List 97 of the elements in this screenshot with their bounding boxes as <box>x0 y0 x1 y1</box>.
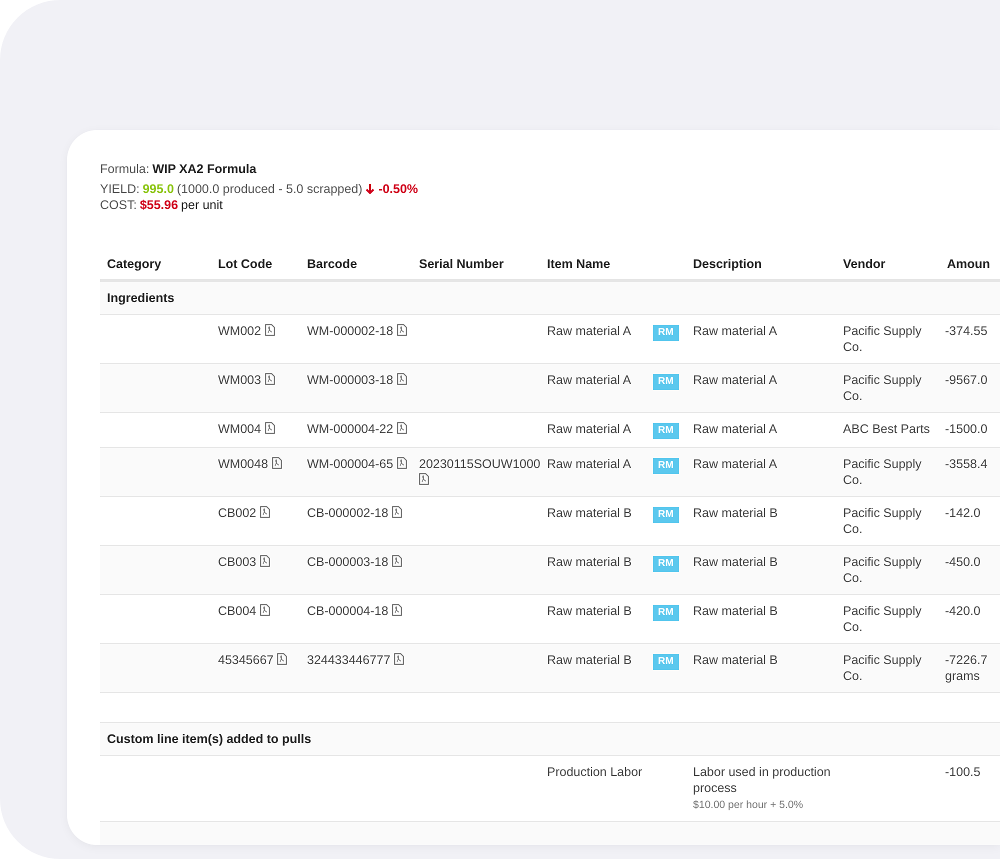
lot-code: WM002 <box>218 324 262 338</box>
lot-code: CB004 <box>218 604 256 618</box>
document-icon[interactable] <box>396 457 407 469</box>
lot-code: WM004 <box>218 422 262 436</box>
vendor: Pacific Supply Co. <box>843 555 922 585</box>
column-header: Barcode <box>307 257 358 271</box>
description: Raw material A <box>693 324 778 338</box>
item-name: Raw material A <box>547 324 632 338</box>
description: Raw material A <box>693 373 778 387</box>
item-name: Raw material B <box>547 604 632 618</box>
description: Raw material B <box>693 506 778 520</box>
barcode: CB-000004-18 <box>307 604 388 618</box>
amount: -142.0 <box>945 506 980 520</box>
yield-value: 995.0 <box>142 182 174 196</box>
document-icon[interactable] <box>264 324 275 336</box>
document-icon[interactable] <box>260 506 270 518</box>
item-name: Raw material A <box>547 457 632 471</box>
item-tag: RM <box>653 374 679 390</box>
document-icon[interactable] <box>419 473 429 485</box>
vendor: Pacific Supply Co. <box>843 604 922 634</box>
amount: -3558.4 <box>945 457 988 471</box>
document-icon[interactable] <box>396 422 407 434</box>
lot-code: 45345667 <box>218 653 274 667</box>
document-icon[interactable] <box>392 604 402 616</box>
column-header: Lot Code <box>218 257 272 271</box>
item-name: Raw material A <box>547 422 632 436</box>
amount: -374.55 <box>945 324 988 338</box>
item-tag: RM <box>653 556 679 572</box>
section-title: Ingredients <box>107 291 174 305</box>
item-tag: RM <box>653 507 679 523</box>
vendor: ABC Best Parts <box>843 422 930 436</box>
column-header: Item Name <box>547 257 610 271</box>
document-icon[interactable] <box>264 373 275 385</box>
lot-code: WM003 <box>218 373 262 387</box>
lot-code: WM0048 <box>218 457 268 471</box>
amount: -9567.0 <box>945 373 988 387</box>
barcode: WM-000002-18 <box>307 324 394 338</box>
document-icon[interactable] <box>260 555 270 567</box>
item-name: Raw material A <box>547 373 632 387</box>
vendor: Pacific Supply Co. <box>843 373 922 403</box>
item-tag: RM <box>653 325 679 341</box>
item-name: Raw material B <box>547 653 632 667</box>
amount: -100.5 <box>945 765 980 779</box>
barcode: CB-000002-18 <box>307 506 388 520</box>
description: Raw material B <box>693 604 778 618</box>
item-name: Raw material B <box>547 506 632 520</box>
column-header: Vendor <box>843 257 886 271</box>
column-header: Serial Number <box>419 257 504 271</box>
amount: -7226.7 grams <box>945 653 988 683</box>
item-tag: RM <box>653 458 679 474</box>
description: Raw material A <box>693 422 778 436</box>
item-tag: RM <box>653 423 679 439</box>
document-icon[interactable] <box>392 506 402 518</box>
lot-code: CB002 <box>218 506 256 520</box>
item-name: Raw material B <box>547 555 632 569</box>
description: Raw material A <box>693 457 778 471</box>
document-icon[interactable] <box>260 604 270 616</box>
amount: -420.0 <box>945 604 980 618</box>
item-name: Production Labor <box>547 765 642 779</box>
document-icon[interactable] <box>396 324 407 336</box>
description: Labor used in production process <box>693 765 831 795</box>
description: Raw material B <box>693 555 778 569</box>
document-icon[interactable] <box>392 555 402 567</box>
item-tag: RM <box>653 605 679 621</box>
column-header: Category <box>107 257 162 271</box>
vendor: Pacific Supply Co. <box>843 653 922 683</box>
cost-unit: per unit <box>181 198 223 212</box>
item-tag: RM <box>653 654 679 670</box>
formula-label: Formula: <box>100 162 150 176</box>
description-note: $10.00 per hour + 5.0% <box>693 798 804 813</box>
serial-number: 20230115SOUW1000 <box>419 457 540 471</box>
vendor: Pacific Supply Co. <box>843 324 922 354</box>
description: Raw material B <box>693 653 778 667</box>
vendor: Pacific Supply Co. <box>843 506 922 536</box>
document-icon[interactable] <box>272 457 282 469</box>
vendor: Pacific Supply Co. <box>843 457 922 487</box>
barcode: WM-000004-65 <box>307 457 394 471</box>
section-title: Custom line item(s) added to pulls <box>107 732 312 746</box>
barcode: 324433446777 <box>307 653 390 667</box>
yield-change: -0.50% <box>378 182 418 196</box>
document-icon[interactable] <box>394 653 404 665</box>
barcode: CB-000003-18 <box>307 555 388 569</box>
document-icon[interactable] <box>396 373 407 385</box>
lot-code: CB003 <box>218 555 256 569</box>
amount: -450.0 <box>945 555 980 569</box>
document-icon[interactable] <box>277 653 288 665</box>
column-header: Amoun <box>947 257 990 271</box>
barcode: WM-000004-22 <box>307 422 394 436</box>
cost-value: $55.96 <box>140 198 178 212</box>
yield-label: YIELD: <box>100 182 140 196</box>
column-header: Description <box>693 257 762 271</box>
amount: -1500.0 <box>945 422 988 436</box>
formula-name: WIP XA2 Formula <box>152 162 256 176</box>
cost-label: COST: <box>100 198 137 212</box>
yield-detail: (1000.0 produced - 5.0 scrapped) <box>176 182 362 196</box>
document-icon[interactable] <box>264 422 275 434</box>
barcode: WM-000003-18 <box>307 373 394 387</box>
